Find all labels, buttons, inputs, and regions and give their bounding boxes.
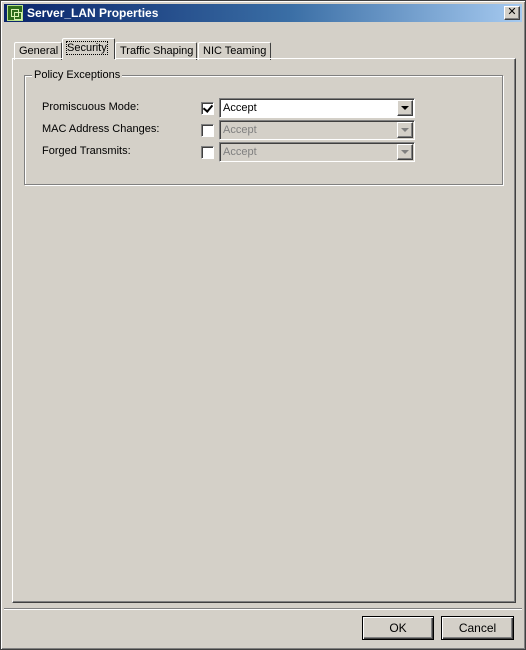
chevron-down-icon	[397, 144, 413, 160]
close-button[interactable]: ✕	[504, 6, 520, 20]
ok-button[interactable]: OK	[362, 616, 434, 640]
tab-security[interactable]: Security	[62, 38, 115, 59]
tab-general-label: General	[19, 45, 59, 57]
mac-address-changes-label: MAC Address Changes:	[42, 123, 160, 135]
forged-transmits-checkbox[interactable]	[201, 146, 214, 159]
cancel-button[interactable]: Cancel	[441, 616, 514, 640]
security-tab-panel: Policy Exceptions Promiscuous Mode: Acce…	[12, 58, 516, 603]
window-title: Server_LAN Properties	[27, 6, 159, 20]
tab-security-label: Security	[66, 41, 108, 55]
forged-transmits-value: Accept	[223, 146, 257, 158]
tab-traffic-shaping-label: Traffic Shaping	[120, 45, 194, 57]
forged-transmits-select: Accept	[219, 142, 415, 162]
chevron-down-icon[interactable]	[397, 100, 413, 116]
title-bar[interactable]: Server_LAN Properties ✕	[4, 4, 522, 22]
network-properties-icon	[7, 5, 23, 21]
tab-nic-teaming-label: NIC Teaming	[203, 45, 267, 57]
properties-dialog: Server_LAN Properties ✕ General Security…	[0, 0, 526, 650]
mac-address-changes-value: Accept	[223, 124, 257, 136]
promiscuous-mode-checkbox[interactable]	[201, 102, 214, 115]
promiscuous-mode-label: Promiscuous Mode:	[42, 101, 140, 113]
forged-transmits-label: Forged Transmits:	[42, 145, 131, 157]
footer-separator	[4, 608, 522, 610]
mac-address-changes-checkbox[interactable]	[201, 124, 214, 137]
promiscuous-mode-value: Accept	[223, 102, 257, 114]
chevron-down-icon	[397, 122, 413, 138]
policy-exceptions-group: Policy Exceptions Promiscuous Mode: Acce…	[24, 69, 503, 185]
promiscuous-mode-select[interactable]: Accept	[219, 98, 415, 118]
close-icon: ✕	[507, 6, 517, 18]
mac-address-changes-select: Accept	[219, 120, 415, 140]
group-title: Policy Exceptions	[32, 69, 123, 81]
